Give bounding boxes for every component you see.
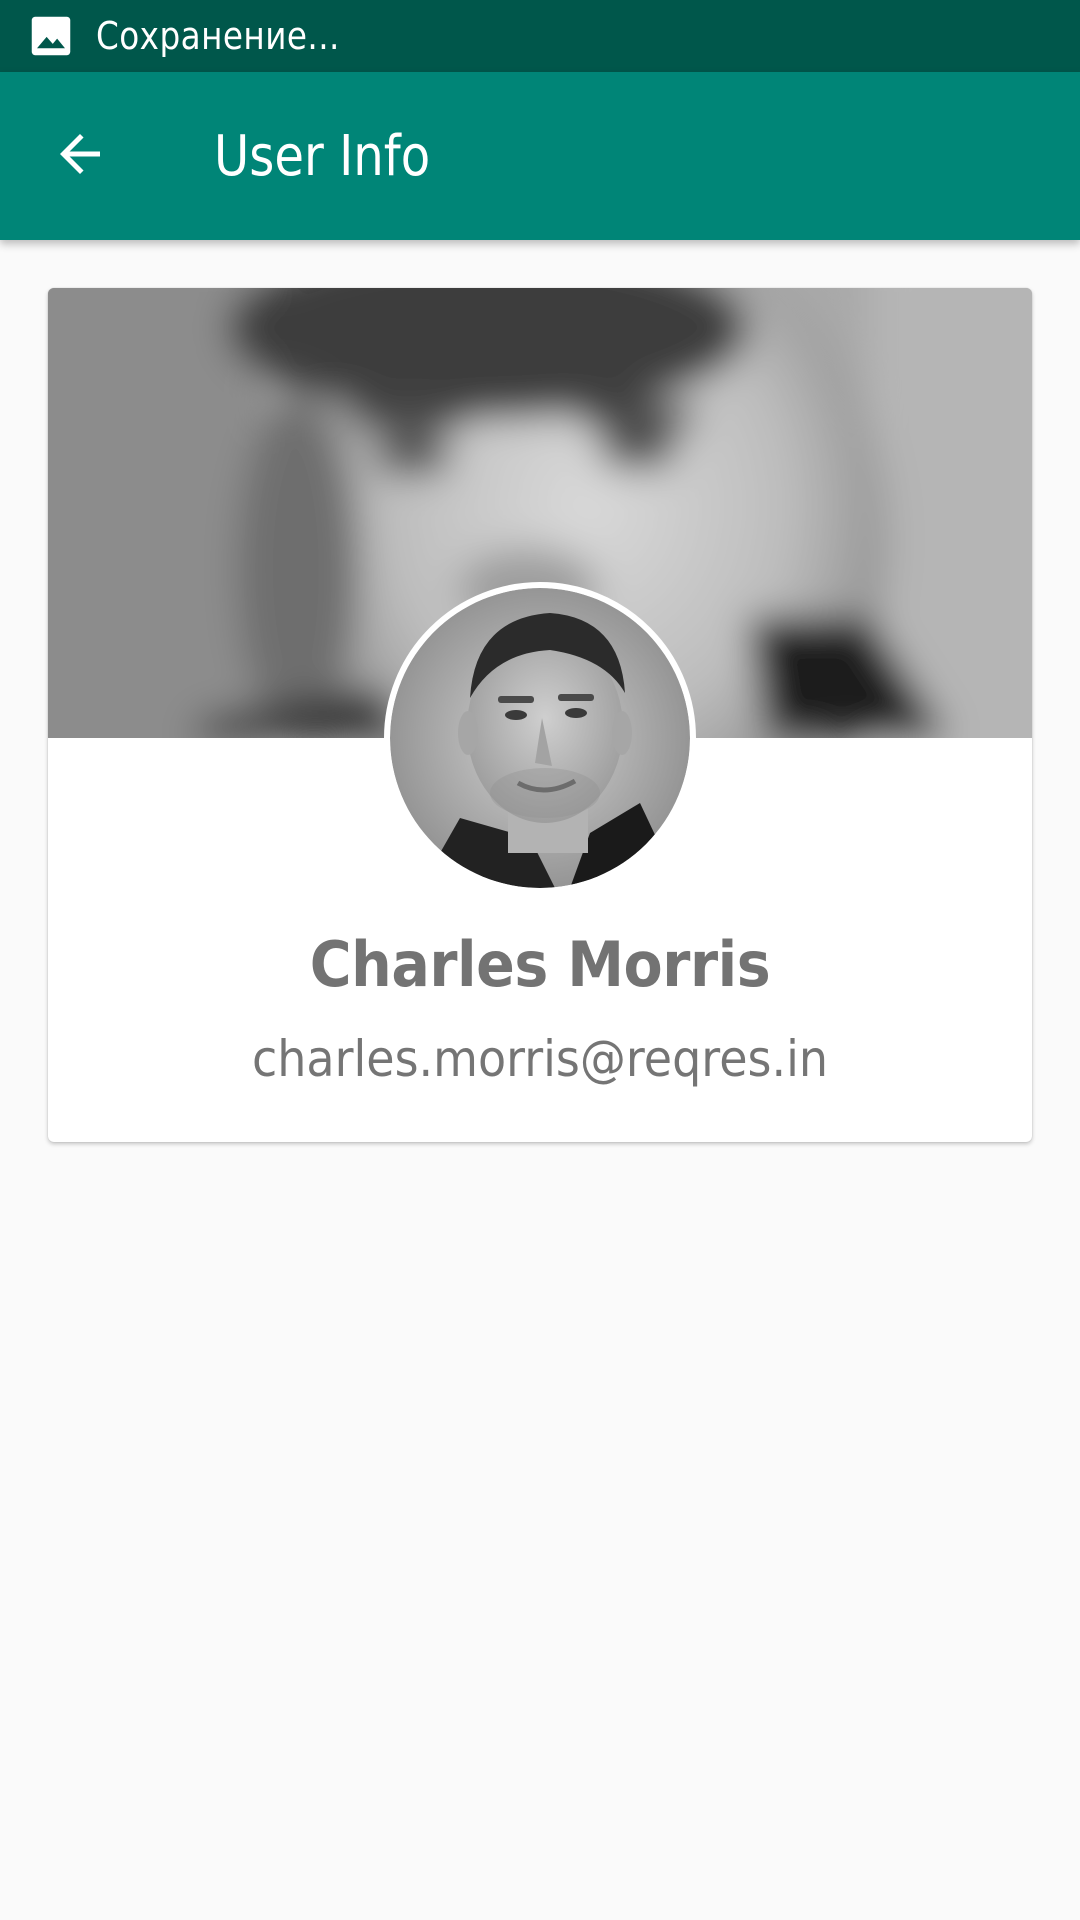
user-name: Charles Morris	[309, 928, 771, 1001]
avatar	[384, 582, 696, 894]
image-icon	[30, 15, 72, 57]
app-bar: User Info	[0, 72, 1080, 240]
arrow-back-icon	[50, 124, 110, 189]
user-email: charles.morris@reqres.in	[251, 1030, 829, 1088]
user-card: Charles Morris charles.morris@reqres.in	[48, 288, 1032, 1142]
status-bar: Сохранение...	[0, 0, 1080, 72]
status-notification-text: Сохранение...	[96, 14, 340, 58]
page-title: User Info	[214, 123, 431, 189]
back-button[interactable]	[38, 114, 122, 198]
